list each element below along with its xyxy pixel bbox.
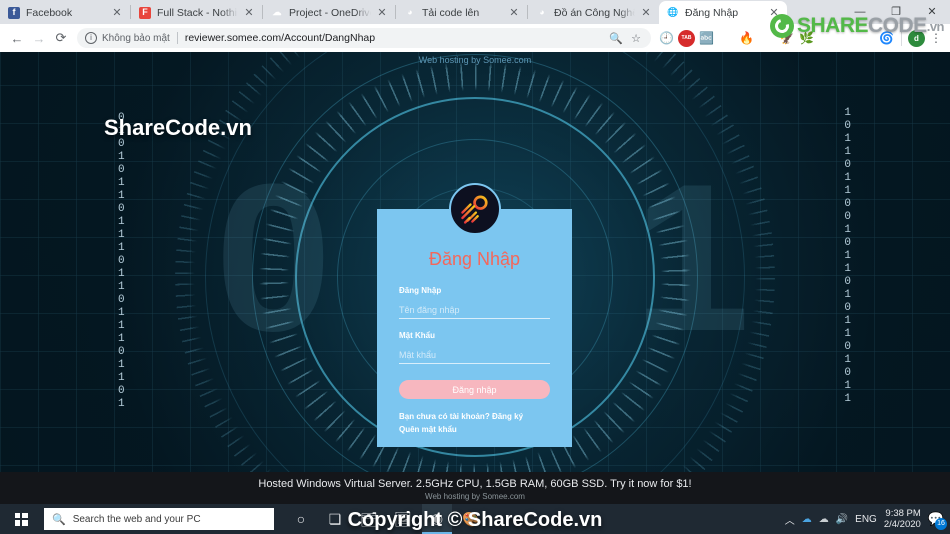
username-label: Đăng Nhập (399, 286, 442, 295)
url-text: reviewer.somee.com/Account/DangNhap (184, 32, 376, 44)
tab-close-icon[interactable]: ✕ (507, 6, 521, 20)
password-label: Mật Khẩu (399, 331, 435, 340)
login-links: Bạn chưa có tài khoản? Đăng ký Quên mật … (399, 410, 550, 436)
translate-extension-icon[interactable]: 🔤 (698, 30, 715, 47)
binary-column-left: 010101 101110 110111 01101 (118, 112, 126, 410)
search-icon[interactable]: 🔍 (609, 32, 623, 45)
sharecode-icon: ◕ (539, 7, 545, 17)
onedrive-cloud-icon: ☁ (272, 7, 282, 17)
background-digit-zero: 0 (215, 140, 332, 375)
hosting-banner-line1: Hosted Windows Virtual Server. 2.5GHz CP… (258, 478, 692, 490)
logo-share-text: SHARE (797, 14, 869, 37)
bookmark-star-icon[interactable]: ☆ (631, 32, 641, 45)
hosting-banner-line2: Web hosting by Somee.com (425, 492, 525, 501)
browser-tab-facebook[interactable]: f Facebook ✕ (0, 1, 130, 24)
browser-tab-do-an[interactable]: ◕ Đồ án Công Nghệ Phầ ✕ (528, 1, 659, 24)
browser-tab-tai-code-len[interactable]: ◕ Tải code lên ✕ (396, 1, 527, 24)
tab-title: Đăng Nhập (685, 6, 739, 19)
login-heading: Đăng Nhập (428, 249, 521, 269)
tab-close-icon[interactable]: ✕ (242, 6, 256, 20)
tab-close-icon[interactable]: ✕ (375, 6, 389, 20)
tab-title: Tải code lên (422, 6, 480, 19)
comet-rocket-logo-icon (448, 183, 501, 235)
tab-title: Facebook (26, 6, 73, 19)
username-field-group: Đăng Nhập (399, 286, 550, 319)
globe-icon: 🌐 (667, 7, 679, 17)
logo-code-text: CODE (868, 14, 927, 37)
address-bar[interactable]: i Không bảo mật reviewer.somee.com/Accou… (77, 28, 651, 48)
sharecode-badge-icon (770, 14, 794, 38)
page-viewport: 0 1 010101 101110 110111 01101 101101 10… (0, 52, 950, 504)
copyright-watermark: Copyright © ShareCode.vn (347, 509, 603, 531)
forgot-password-link[interactable]: Quên mật khẩu (399, 425, 457, 434)
somee-hosting-banner[interactable]: Hosted Windows Virtual Server. 2.5GHz CP… (0, 472, 950, 504)
username-input[interactable] (399, 303, 550, 319)
reload-button[interactable]: ⟳ (50, 27, 72, 49)
sharecode-icon: ◕ (407, 7, 413, 17)
somee-top-banner: Web hosting by Somee.com (418, 55, 532, 65)
omnibox-divider (176, 32, 178, 44)
register-link[interactable]: Đăng ký (492, 412, 523, 421)
tab-title: Full Stack - Nothing is i (157, 6, 238, 19)
tab-close-icon[interactable]: ✕ (639, 6, 653, 20)
eyedropper-extension-icon[interactable]: 🖊 (718, 30, 735, 47)
facebook-icon: f (8, 6, 20, 19)
info-circle-icon[interactable]: i (85, 32, 97, 44)
comet-logo-svg (460, 195, 488, 224)
browser-tab-fullstack[interactable]: F Full Stack - Nothing is i ✕ (131, 1, 262, 24)
logo-vn-text: .vn (926, 18, 945, 34)
browser-tab-dang-nhap[interactable]: 🌐 Đăng Nhập ✕ (659, 1, 787, 24)
browser-tab-onedrive[interactable]: ☁ Project - OneDrive ✕ (263, 1, 395, 24)
tab-extension-icon[interactable]: TAB (678, 29, 695, 47)
fullstack-icon: F (139, 6, 151, 19)
tab-title: Đồ án Công Nghệ Phầ (554, 6, 635, 19)
login-card: Đăng Nhập Đăng Nhập Mật Khẩu Đăng nhập B… (377, 183, 572, 447)
login-submit-button[interactable]: Đăng nhập (399, 380, 550, 399)
binary-column-right: 101101 100101 101011 01011 (844, 107, 852, 405)
register-prompt-text: Bạn chưa có tài khoản? (399, 412, 490, 421)
password-field-group: Mật Khẩu (399, 331, 550, 364)
sharecode-watermark-top: ShareCode.vn (104, 115, 252, 140)
back-button[interactable]: ← (6, 27, 28, 49)
background-digit-one: 1 (633, 140, 750, 375)
history-extension-icon[interactable]: 🕘 (658, 30, 675, 47)
security-label: Không bảo mật (102, 32, 170, 44)
tab-close-icon[interactable]: ✕ (110, 6, 124, 20)
password-input[interactable] (399, 348, 550, 364)
flame-extension-icon[interactable]: 🔥 (738, 30, 755, 47)
tab-title: Project - OneDrive (289, 6, 371, 19)
forward-button[interactable]: → (28, 27, 50, 49)
sharecode-logo-watermark: SHARE CODE .vn (770, 14, 945, 38)
